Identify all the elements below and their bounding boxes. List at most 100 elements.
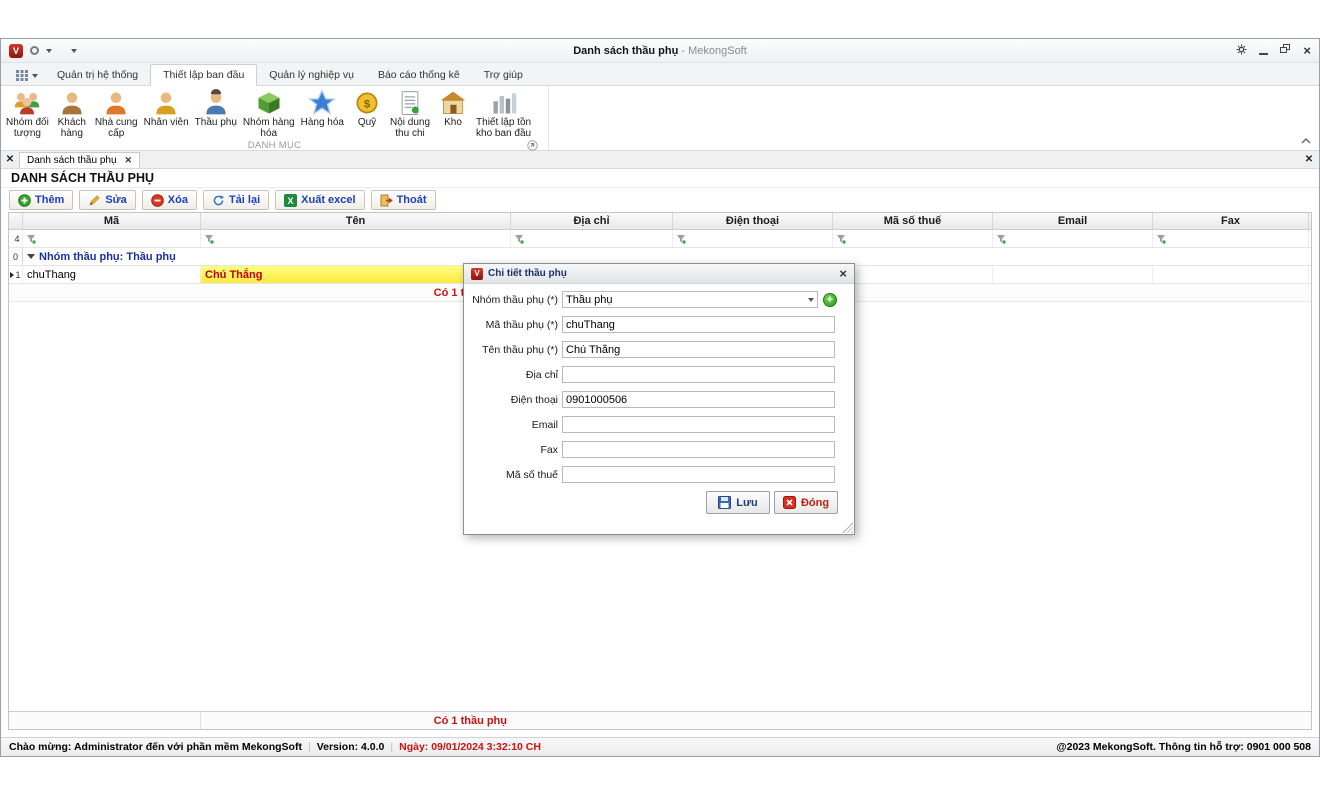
export-excel-button[interactable]: X Xuất excel [275, 190, 364, 210]
edit-button[interactable]: Sửa [79, 190, 135, 210]
filter-cell-email[interactable] [993, 230, 1153, 247]
ribbon-item-label: cấp [108, 128, 124, 139]
column-header-ma-so-thue[interactable]: Mã số thuế [833, 213, 993, 229]
ribbon-item-label: hóa [260, 128, 277, 139]
close-all-tabs-icon[interactable]: ✕ [1, 151, 19, 168]
dialog-close-icon[interactable]: × [839, 268, 847, 280]
column-header-dia-chi[interactable]: Địa chỉ [511, 213, 673, 229]
close-document-icon[interactable]: ✕ [1301, 151, 1317, 168]
field-row-fax: Fax [464, 441, 854, 458]
filter-cell-dia-chi[interactable] [511, 230, 673, 247]
ribbon-item-nhan-vien[interactable]: Nhân viên [141, 88, 192, 129]
ribbon-tab-tro-giup[interactable]: Trợ giúp [472, 65, 535, 85]
reload-button[interactable]: Tải lại [203, 190, 269, 210]
settings-icon[interactable] [1236, 44, 1247, 58]
ribbon-item-nha-cung-cap[interactable]: Nhà cung cấp [92, 88, 141, 140]
dialog-resize-grip[interactable] [842, 522, 853, 533]
product-group-icon [255, 89, 283, 117]
filter-cell-ma[interactable] [23, 230, 201, 247]
ribbon-item-nhom-hang-hoa[interactable]: Nhóm hàng hóa [240, 88, 298, 140]
ribbon-tab-quan-tri-he-thong[interactable]: Quản trị hệ thống [45, 65, 150, 85]
save-button[interactable]: Lưu [706, 491, 770, 514]
exit-button[interactable]: Thoát [371, 190, 436, 210]
close-tab-icon[interactable]: ✕ [125, 155, 133, 166]
cell-fax[interactable] [1153, 266, 1309, 283]
group-footer-ma [23, 284, 201, 301]
app-logo-icon[interactable]: V [9, 44, 23, 58]
column-header-ma[interactable]: Mã [23, 213, 201, 229]
cell-ma[interactable]: chuThang [23, 266, 201, 283]
circle-toggle-icon[interactable] [30, 46, 39, 55]
close-button[interactable]: × [1303, 45, 1311, 57]
ribbon-item-thiet-lap-ton-kho[interactable]: Thiết lập tồn kho ban đầu [473, 88, 534, 140]
ribbon-tab-bar: Quản trị hệ thống Thiết lập ban đầu Quản… [1, 63, 1319, 86]
ribbon-item-thau-phu[interactable]: Thầu phụ [192, 88, 240, 129]
restore-button[interactable] [1280, 44, 1291, 57]
add-group-button[interactable]: + [823, 293, 837, 307]
minimize-button[interactable] [1259, 53, 1268, 55]
field-row-code: Mã thầu phụ (*) [464, 316, 854, 333]
ribbon-item-label: Nhóm hàng [243, 117, 295, 128]
group-field-label: Nhóm thầu phụ (*) [464, 294, 562, 306]
filter-cell-dien-thoai[interactable] [673, 230, 833, 247]
document-tab-danh-sach-thau-phu[interactable]: Danh sách thầu phụ ✕ [19, 152, 140, 168]
tax-field[interactable] [562, 466, 835, 483]
grid-indicator-header [9, 213, 23, 229]
ribbon-item-noi-dung-thu-chi[interactable]: Nội dung thu chi [387, 88, 433, 140]
ribbon-collapse-chevron-icon[interactable] [1301, 135, 1311, 147]
add-button[interactable]: Thêm [9, 190, 73, 210]
ribbon-item-kho[interactable]: Kho [433, 88, 473, 129]
code-field[interactable] [562, 316, 835, 333]
field-row-group: Nhóm thầu phụ (*) Thầu phụ + [464, 291, 854, 308]
combo-dropdown-icon[interactable] [808, 298, 814, 302]
column-header-fax[interactable]: Fax [1153, 213, 1309, 229]
filter-cell-ma-so-thue[interactable] [833, 230, 993, 247]
reload-button-label: Tải lại [229, 194, 260, 206]
cell-ma-so-thue[interactable] [833, 266, 993, 283]
excel-icon: X [284, 194, 297, 207]
window-controls: × [1236, 44, 1311, 58]
ribbon-content: Nhóm đối tượng Khách hàng Nhà cung cấp [1, 86, 1319, 151]
status-welcome: Chào mừng: Administrator đến với phần mề… [9, 741, 302, 753]
cell-email[interactable] [993, 266, 1153, 283]
status-separator: | [390, 741, 393, 753]
phone-field[interactable] [562, 391, 835, 408]
dialog-buttons: Lưu Đóng [464, 491, 854, 514]
column-header-dien-thoai[interactable]: Điện thoại [673, 213, 833, 229]
ribbon-tab-thiet-lap-ban-dau[interactable]: Thiết lập ban đầu [150, 64, 257, 86]
delete-button[interactable]: Xóa [142, 190, 197, 210]
address-field[interactable] [562, 366, 835, 383]
name-field[interactable] [562, 341, 835, 358]
filter-cell-fax[interactable] [1153, 230, 1309, 247]
close-x-icon [783, 496, 796, 509]
ribbon-tab-quan-ly-nghiep-vu[interactable]: Quản lý nghiệp vụ [257, 65, 366, 85]
document-tab-label: Danh sách thầu phụ [27, 155, 117, 166]
grid-filter-row: 4 [9, 230, 1311, 248]
window-title: Danh sách thầu phụ - MekongSoft [1, 45, 1319, 57]
ribbon-item-hang-hoa[interactable]: Hàng hóa [298, 88, 347, 129]
chevron-down-icon[interactable] [46, 49, 52, 53]
svg-text:X: X [288, 196, 294, 206]
field-row-phone: Điện thoại [464, 391, 854, 408]
qat-customize-icon[interactable] [71, 49, 77, 53]
app-menu-button[interactable] [9, 67, 45, 85]
column-header-ten[interactable]: Tên [201, 213, 511, 229]
filter-icon [26, 234, 36, 244]
collapse-group-icon[interactable] [27, 254, 35, 259]
grid-menu-icon [16, 70, 28, 81]
ribbon-item-khach-hang[interactable]: Khách hàng [52, 88, 92, 140]
filter-cell-ten[interactable] [201, 230, 511, 247]
close-dialog-button[interactable]: Đóng [774, 491, 838, 514]
group-row-indicator: 0 [9, 248, 23, 265]
ribbon-item-nhom-doi-tuong[interactable]: Nhóm đối tượng [3, 88, 52, 140]
fax-field[interactable] [562, 441, 835, 458]
action-toolbar: Thêm Sửa Xóa Tải lại X Xuất excel Thoát [1, 188, 1319, 212]
column-header-email[interactable]: Email [993, 213, 1153, 229]
ribbon-tab-bao-cao-thong-ke[interactable]: Báo cáo thống kê [366, 65, 472, 85]
email-field[interactable] [562, 416, 835, 433]
ribbon-item-label: hàng [61, 128, 83, 139]
ribbon-item-quy[interactable]: $ Quỹ [347, 88, 387, 129]
dialog-titlebar[interactable]: V Chi tiết thầu phụ × [464, 264, 854, 284]
exit-button-label: Thoát [397, 194, 427, 206]
group-combo[interactable]: Thầu phụ [562, 291, 818, 308]
